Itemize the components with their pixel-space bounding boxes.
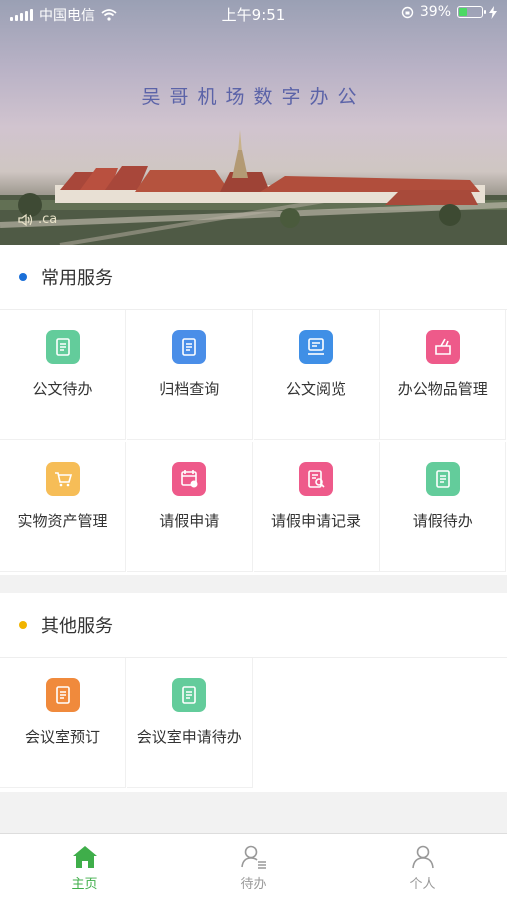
section-dot bbox=[19, 273, 27, 281]
asset-cart-icon bbox=[45, 462, 80, 496]
section-dot bbox=[19, 621, 27, 629]
section-title: 其他服务 bbox=[41, 616, 113, 637]
service-tile[interactable]: 会议室预订 bbox=[0, 658, 126, 788]
archive-search-icon bbox=[172, 330, 207, 364]
other-services-section: 其他服务 会议室预订 会议室申请待办 bbox=[0, 593, 507, 792]
service-tile[interactable]: 请假申请记录 bbox=[253, 442, 380, 572]
service-label: 归档查询 bbox=[159, 380, 220, 398]
service-tile[interactable]: 会议室申请待办 bbox=[126, 658, 253, 788]
service-label: 请假待办 bbox=[412, 512, 473, 530]
service-label: 会议室预订 bbox=[24, 728, 100, 746]
tab-todo[interactable]: 待办 bbox=[169, 834, 338, 901]
section-title: 常用服务 bbox=[41, 268, 113, 289]
tab-label: 待办 bbox=[240, 877, 267, 892]
service-grid: 会议室预订 会议室申请待办 bbox=[0, 657, 507, 791]
profile-icon bbox=[411, 845, 434, 869]
service-tile[interactable]: 公文阅览 bbox=[253, 310, 380, 440]
service-label: 办公物品管理 bbox=[397, 380, 488, 398]
bottom-tab-bar: 主页 待办 个人 bbox=[0, 833, 507, 901]
service-label: 请假申请 bbox=[159, 512, 220, 530]
orientation-lock-icon bbox=[401, 6, 414, 18]
office-supplies-icon bbox=[425, 330, 460, 364]
service-tile[interactable]: 请假申请 bbox=[126, 442, 253, 572]
service-label: 请假申请记录 bbox=[270, 512, 361, 530]
service-label: 公文待办 bbox=[32, 380, 93, 398]
leave-apply-icon bbox=[172, 462, 207, 496]
battery-icon bbox=[457, 6, 486, 18]
service-grid: 公文待办 归档查询 公文阅览 办公物品管理实物资产管理 请假申请 请假申请记录 请假待办 bbox=[0, 309, 507, 574]
leave-record-icon bbox=[299, 462, 333, 496]
common-services-section: 常用服务 公文待办 归档查询 公文阅览 办公物品管理实物资产管理 请假申请 请假申请记录 请… bbox=[0, 245, 507, 575]
section-header: 常用服务 bbox=[0, 245, 507, 309]
section-header: 其他服务 bbox=[0, 593, 507, 657]
tab-home[interactable]: 主页 bbox=[0, 834, 169, 901]
document-todo-icon bbox=[45, 330, 80, 364]
battery-percent: 39% bbox=[419, 4, 451, 20]
banner-title: 吴哥机场数字办公 bbox=[141, 86, 366, 108]
service-label: 实物资产管理 bbox=[17, 512, 108, 530]
status-bar: 中国电信 上午9:51 39% bbox=[0, 0, 507, 28]
tab-label: 主页 bbox=[71, 877, 98, 892]
service-label: 会议室申请待办 bbox=[136, 728, 242, 746]
meeting-room-book-icon bbox=[45, 678, 80, 712]
service-tile[interactable]: 归档查询 bbox=[126, 310, 253, 440]
service-tile[interactable]: 办公物品管理 bbox=[380, 310, 507, 440]
document-read-icon bbox=[299, 330, 333, 364]
home-icon bbox=[72, 846, 97, 868]
speaker-icon bbox=[18, 213, 33, 226]
airport-illustration bbox=[0, 130, 507, 245]
service-tile[interactable]: 公文待办 bbox=[0, 310, 126, 440]
service-tile[interactable]: 实物资产管理 bbox=[0, 442, 126, 572]
leave-todo-icon bbox=[425, 462, 460, 496]
banner-image: 吴哥机场数字办公 .ca bbox=[0, 0, 507, 245]
sound-text: .ca bbox=[38, 212, 58, 227]
todo-user-icon bbox=[240, 845, 266, 869]
charging-icon bbox=[489, 5, 497, 19]
tab-profile[interactable]: 个人 bbox=[338, 834, 507, 901]
service-tile[interactable]: 请假待办 bbox=[380, 442, 507, 572]
tab-label: 个人 bbox=[409, 877, 436, 892]
banner-sound[interactable]: .ca bbox=[18, 212, 57, 227]
meeting-room-todo-icon bbox=[172, 678, 207, 712]
service-label: 公文阅览 bbox=[285, 380, 346, 398]
